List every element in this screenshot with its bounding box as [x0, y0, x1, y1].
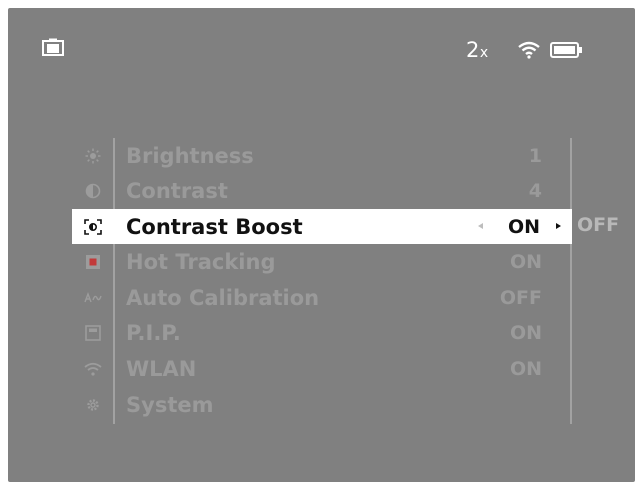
- menu-item-value: ON: [509, 251, 542, 273]
- pip-icon: [84, 324, 102, 342]
- menu-item-contrast-boost[interactable]: Contrast Boost ON: [72, 209, 572, 244]
- menu-item-label: Hot Tracking: [126, 250, 276, 274]
- system-gear-icon: [84, 396, 102, 414]
- menu-item-auto-calibration[interactable]: Auto Calibration OFF: [72, 280, 572, 316]
- arrow-left-icon[interactable]: [478, 223, 483, 229]
- contrast-boost-icon: [84, 218, 102, 236]
- menu-item-value: ON: [507, 215, 540, 238]
- zoom-number: 2: [466, 38, 479, 62]
- brightness-icon: [84, 147, 102, 165]
- arrow-right-icon[interactable]: [556, 223, 561, 229]
- next-option-value: OFF: [577, 214, 620, 236]
- menu-item-brightness[interactable]: Brightness 1: [72, 138, 572, 174]
- zoom-indicator: 2x: [466, 38, 488, 62]
- menu-item-label: System: [126, 393, 214, 417]
- battery-icon: [549, 42, 582, 58]
- menu-item-hot-tracking[interactable]: Hot Tracking ON: [72, 244, 572, 280]
- menu-item-value: ON: [509, 322, 542, 344]
- wlan-icon: [84, 360, 102, 378]
- zoom-suffix: x: [479, 45, 488, 61]
- menu-item-value: ON: [509, 358, 542, 380]
- menu-item-contrast[interactable]: Contrast 4: [72, 173, 572, 209]
- status-bar-left: [42, 38, 64, 60]
- menu-item-label: WLAN: [126, 357, 197, 381]
- menu-item-label: Auto Calibration: [126, 286, 320, 310]
- contrast-icon: [84, 182, 102, 200]
- auto-calibration-icon: [84, 289, 102, 307]
- menu-item-pip[interactable]: P.I.P. ON: [72, 315, 572, 351]
- menu-item-value: OFF: [499, 287, 542, 309]
- status-bar-right: 2x: [466, 38, 582, 62]
- hot-tracking-icon: [84, 253, 102, 271]
- menu-item-label: Brightness: [126, 144, 254, 168]
- menu-item-system[interactable]: System: [72, 387, 572, 423]
- menu-item-value: 1: [528, 145, 542, 167]
- wifi-icon: [517, 41, 540, 59]
- menu-item-label: Contrast: [126, 179, 228, 203]
- camera-icon: [42, 38, 64, 56]
- menu-item-wlan[interactable]: WLAN ON: [72, 351, 572, 387]
- menu-item-label: Contrast Boost: [126, 214, 303, 239]
- menu-item-value: 4: [528, 180, 542, 202]
- menu-item-label: P.I.P.: [126, 321, 181, 345]
